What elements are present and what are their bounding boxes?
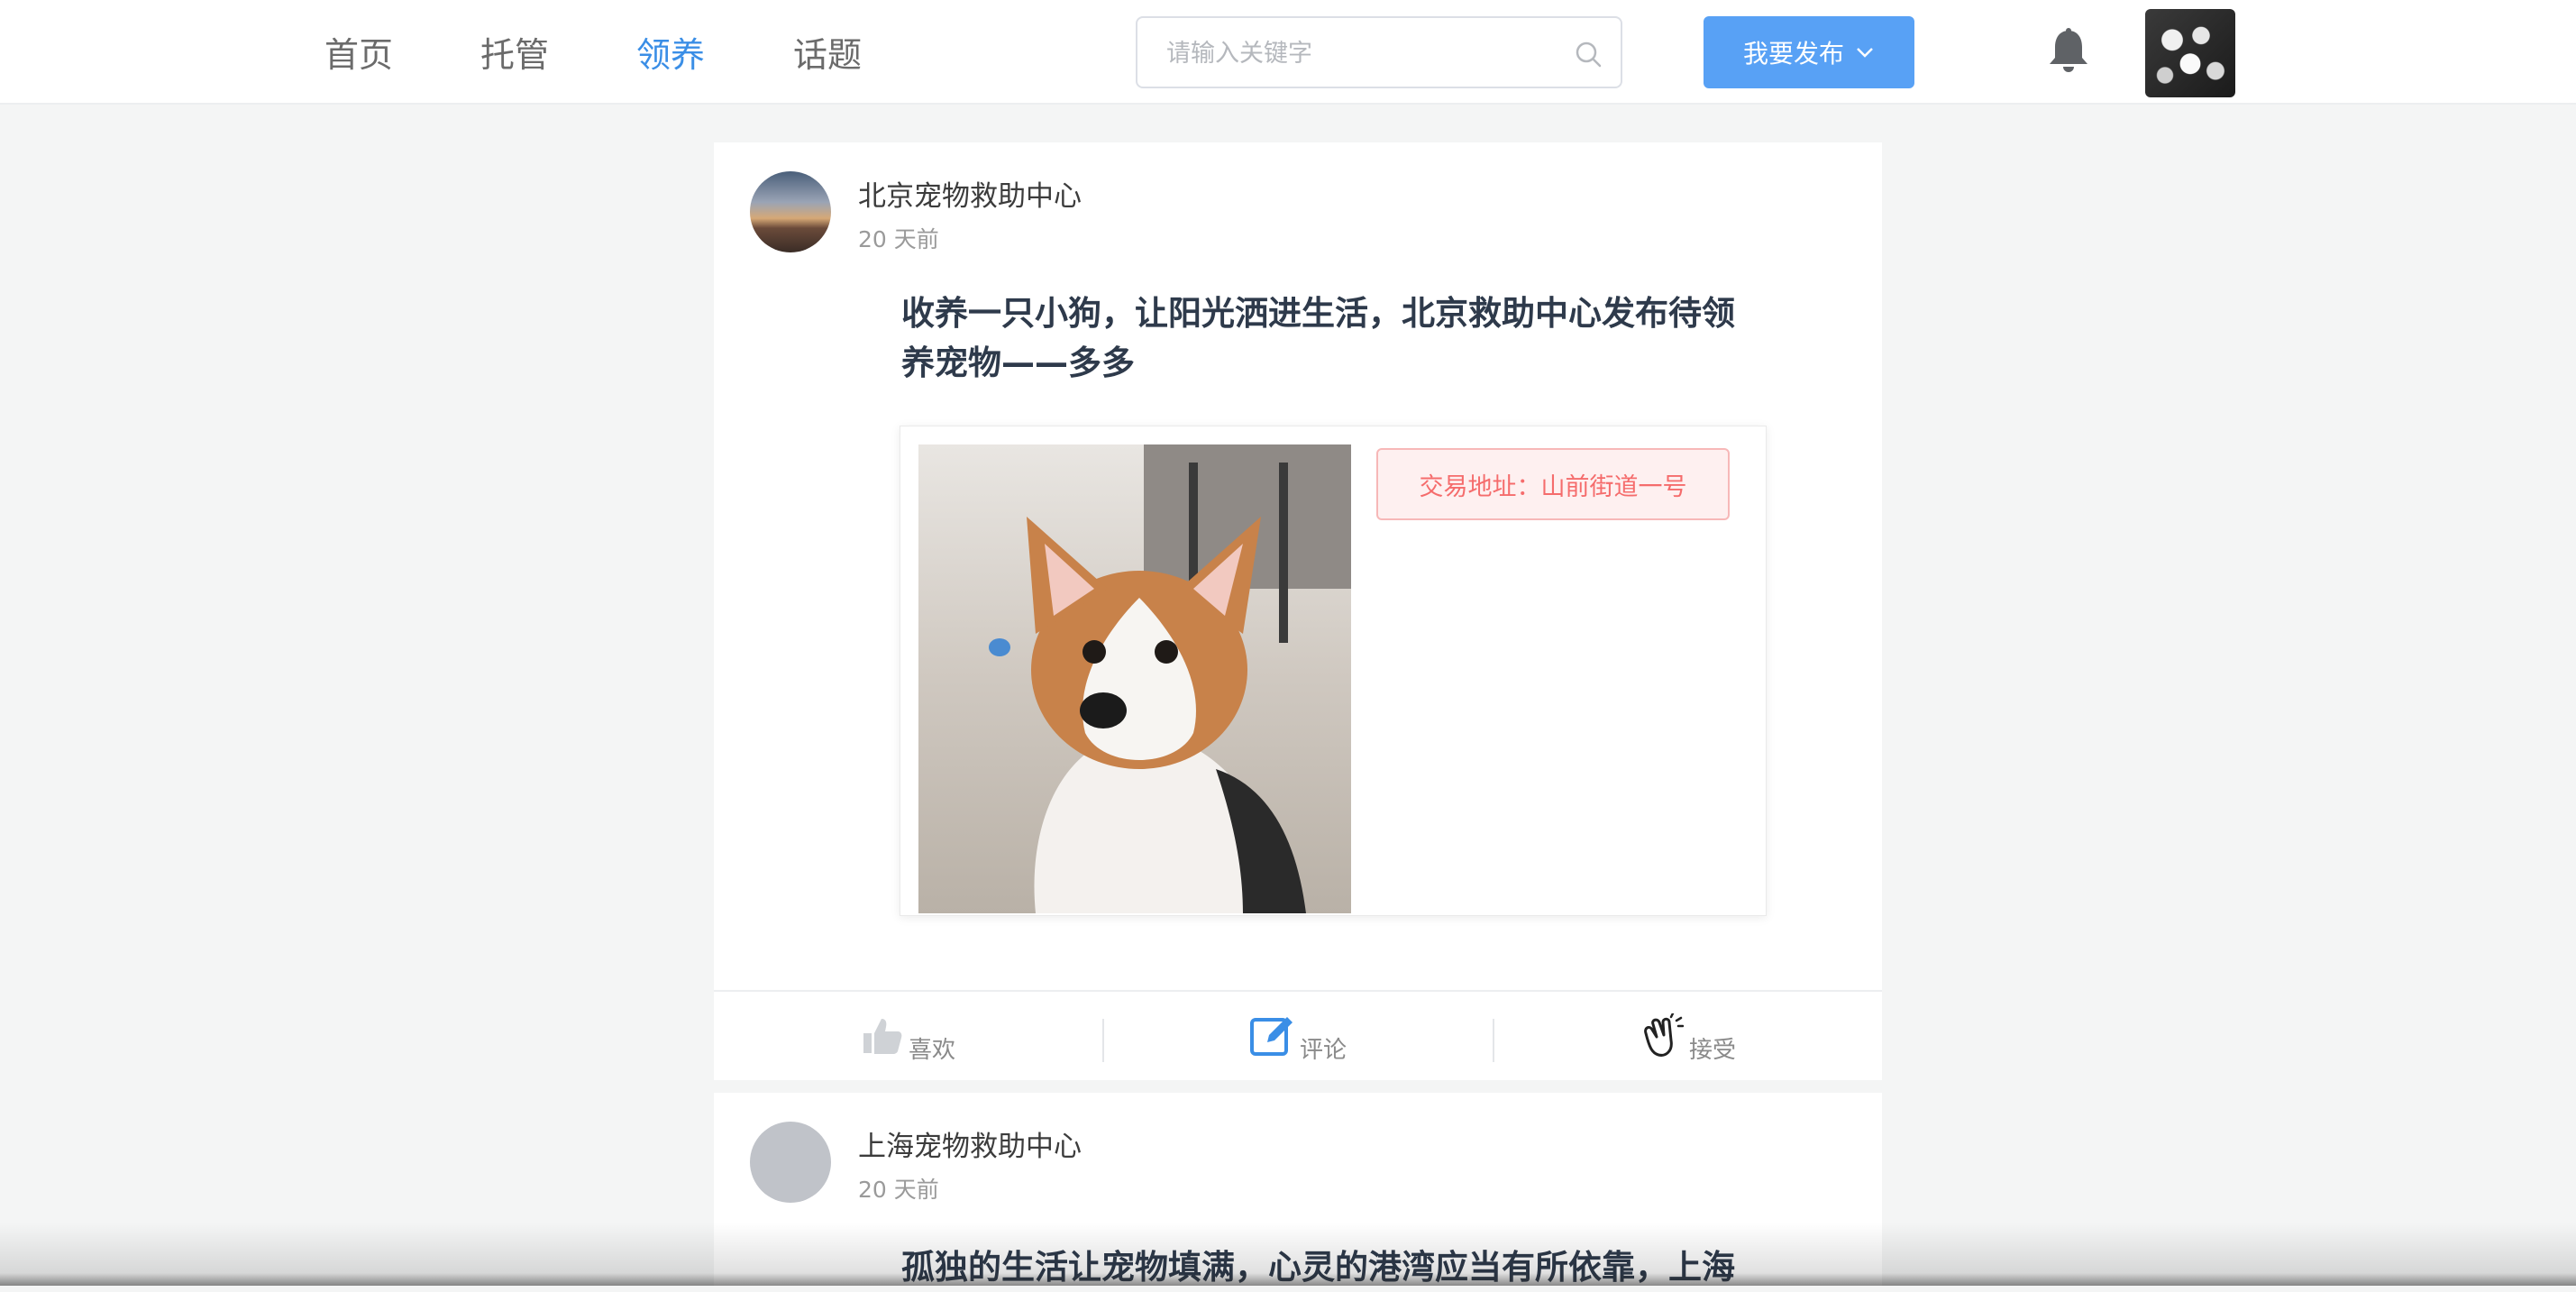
chevron-down-icon — [1857, 48, 1873, 58]
post-time: 20 天前 — [858, 1177, 939, 1203]
org-avatar[interactable] — [750, 171, 831, 252]
pet-photo — [918, 444, 1351, 913]
accept-label: 接受 — [1688, 1036, 1736, 1064]
search-icon[interactable] — [1574, 40, 1603, 69]
accept-button[interactable]: 接受 — [1493, 992, 1882, 1080]
org-name[interactable]: 上海宠物救助中心 — [858, 1123, 1082, 1164]
nav-topics[interactable]: 话题 — [793, 27, 862, 77]
search-box — [1136, 16, 1622, 88]
pet-info-card[interactable]: 交易地址：山前街道一号 — [900, 426, 1767, 916]
post-card: 上海宠物救助中心 20 天前 孤独的生活让宠物填满，心灵的港湾应当有所依靠，上海 — [714, 1093, 1882, 1287]
search-input[interactable] — [1165, 31, 1556, 76]
nav-home[interactable]: 首页 — [324, 27, 393, 77]
post-time: 20 天前 — [858, 226, 939, 252]
post-title[interactable]: 孤独的生活让宠物填满，心灵的港湾应当有所依靠，上海 — [901, 1242, 1767, 1292]
user-avatar[interactable] — [2145, 9, 2235, 97]
publish-button[interactable]: 我要发布 — [1704, 16, 1914, 88]
bell-icon[interactable] — [2046, 27, 2091, 74]
edit-icon — [1249, 1017, 1293, 1056]
clap-hands-icon — [1644, 1013, 1684, 1057]
trade-address-tag: 交易地址：山前街道一号 — [1376, 448, 1730, 520]
post-card: 北京宠物救助中心 20 天前 收养一只小狗，让阳光洒进生活，北京救助中心发布待领… — [714, 142, 1882, 1080]
post-actions-bar: 喜欢 评论 接受 — [714, 990, 1882, 1080]
nav-hosting[interactable]: 托管 — [480, 27, 549, 77]
org-avatar[interactable] — [750, 1122, 831, 1203]
top-navigation-bar: 首页 托管 领养 话题 我要发布 — [0, 0, 2576, 105]
publish-button-label: 我要发布 — [1742, 39, 1844, 69]
thumbs-up-icon — [863, 1019, 902, 1054]
like-label: 喜欢 — [908, 1036, 955, 1064]
like-button[interactable]: 喜欢 — [714, 992, 1103, 1080]
org-name[interactable]: 北京宠物救助中心 — [858, 173, 1082, 214]
comment-label: 评论 — [1299, 1036, 1347, 1064]
post-title[interactable]: 收养一只小狗，让阳光洒进生活，北京救助中心发布待领养宠物——多多 — [901, 289, 1767, 388]
comment-button[interactable]: 评论 — [1103, 992, 1493, 1080]
nav-adoption[interactable]: 领养 — [636, 27, 705, 77]
